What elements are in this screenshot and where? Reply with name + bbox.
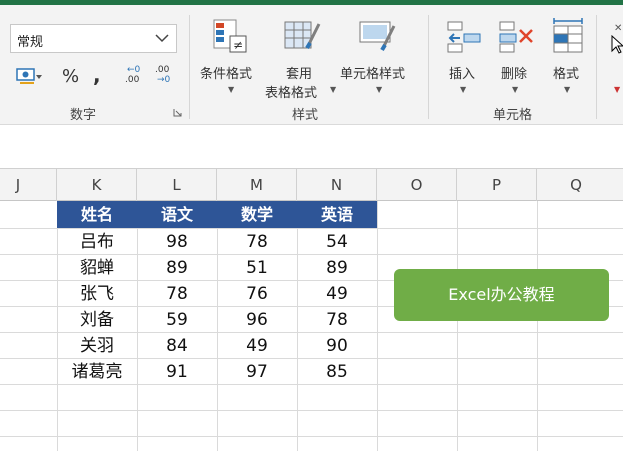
gridline xyxy=(0,410,623,411)
table-cell[interactable]: 貂蝉 xyxy=(57,255,137,281)
formula-bar-area xyxy=(0,124,623,169)
mouse-cursor-icon xyxy=(611,35,623,54)
group-divider xyxy=(428,15,429,119)
conditional-formatting-icon: ≠ xyxy=(213,19,247,53)
format-cells-label: 格式 xyxy=(553,67,580,82)
conditional-formatting-label: 条件格式 xyxy=(200,67,253,82)
table-header-math[interactable]: 数学 xyxy=(217,201,297,228)
column-header-m[interactable]: M xyxy=(217,169,297,201)
accounting-format-icon[interactable] xyxy=(16,65,42,87)
table-cell[interactable]: 诸葛亮 xyxy=(57,359,137,385)
column-letter: N xyxy=(330,176,343,194)
gridline xyxy=(457,201,458,451)
ribbon: 常规 % , ←0 .00 .00 →0 数字 ≠ 条件格式 ▼ 套用 表格格式… xyxy=(0,5,623,124)
format-as-table-label-2: 表格格式 xyxy=(265,86,318,101)
decrease-decimal-top: .00 xyxy=(155,65,170,75)
column-header-q[interactable]: Q xyxy=(537,169,623,201)
table-cell[interactable]: 78 xyxy=(297,307,377,333)
delete-cells-label: 删除 xyxy=(501,67,528,82)
cells-group-label: 单元格 xyxy=(493,108,533,123)
table-cell[interactable]: 84 xyxy=(137,333,217,359)
comma-style-button[interactable]: , xyxy=(93,63,101,87)
column-header-p[interactable]: P xyxy=(457,169,537,201)
table-cell[interactable]: 91 xyxy=(137,359,217,385)
cell-styles-label: 单元格样式 xyxy=(340,67,406,82)
dialog-launcher-icon[interactable] xyxy=(173,108,182,117)
increase-decimal-top: ←0 xyxy=(127,65,141,75)
table-cell[interactable]: 78 xyxy=(217,229,297,255)
column-letter: M xyxy=(250,176,263,194)
number-format-dropdown[interactable]: 常规 xyxy=(10,24,177,53)
table-cell[interactable]: 89 xyxy=(297,255,377,281)
table-header-chinese[interactable]: 语文 xyxy=(137,201,217,228)
table-cell[interactable]: 49 xyxy=(217,333,297,359)
styles-group-label: 样式 xyxy=(292,108,319,123)
column-header-k[interactable]: K xyxy=(57,169,137,201)
column-header-l[interactable]: L xyxy=(137,169,217,201)
increase-decimal-button[interactable]: ←0 .00 xyxy=(125,65,145,89)
chevron-down-icon xyxy=(155,34,169,43)
decrease-decimal-button[interactable]: .00 →0 xyxy=(155,65,175,89)
column-headers: J K L M N O P Q xyxy=(0,168,623,201)
table-cell[interactable]: 76 xyxy=(217,281,297,307)
table-cell[interactable]: 张飞 xyxy=(57,281,137,307)
caret-down-icon: ▼ xyxy=(614,85,621,94)
table-cell[interactable]: 51 xyxy=(217,255,297,281)
format-as-table-label-1: 套用 xyxy=(286,67,313,82)
number-format-value: 常规 xyxy=(17,35,44,50)
more-icon[interactable]: ✕ xyxy=(614,23,622,34)
column-letter: J xyxy=(15,176,21,194)
group-divider xyxy=(596,15,597,119)
column-letter: K xyxy=(91,176,102,194)
cell-styles-icon xyxy=(359,21,396,52)
excel-tutorial-button[interactable]: Excel办公教程 xyxy=(394,269,609,321)
column-header-j[interactable]: J xyxy=(0,169,57,201)
table-header-name[interactable]: 姓名 xyxy=(57,201,137,228)
caret-down-icon: ▼ xyxy=(460,85,467,94)
column-letter: Q xyxy=(570,176,582,194)
increase-decimal-bottom: .00 xyxy=(125,75,140,85)
table-cell[interactable]: 90 xyxy=(297,333,377,359)
table-cell[interactable]: 关羽 xyxy=(57,333,137,359)
table-cell[interactable]: 49 xyxy=(297,281,377,307)
caret-down-icon: ▼ xyxy=(228,85,235,94)
table-header-english[interactable]: 英语 xyxy=(297,201,377,228)
table-cell[interactable]: 59 xyxy=(137,307,217,333)
svg-text:≠: ≠ xyxy=(233,38,243,52)
table-cell[interactable]: 54 xyxy=(297,229,377,255)
format-as-table-icon xyxy=(284,21,321,50)
gridline xyxy=(537,201,538,451)
caret-down-icon: ▼ xyxy=(330,85,337,94)
caret-down-icon: ▼ xyxy=(376,85,383,94)
table-cell[interactable]: 78 xyxy=(137,281,217,307)
column-header-o[interactable]: O xyxy=(377,169,457,201)
column-letter: P xyxy=(491,176,502,194)
group-divider xyxy=(189,15,190,119)
percent-style-button[interactable]: % xyxy=(62,66,79,87)
table-cell[interactable]: 刘备 xyxy=(57,307,137,333)
caret-down-icon: ▼ xyxy=(564,85,571,94)
worksheet-grid[interactable]: 姓名 语文 数学 英语 吕布 98 78 54 貂蝉 89 51 89 张飞 7… xyxy=(0,201,623,451)
table-cell[interactable]: 97 xyxy=(217,359,297,385)
format-cells-icon xyxy=(553,18,583,53)
table-cell[interactable]: 96 xyxy=(217,307,297,333)
column-letter: L xyxy=(172,176,181,194)
gridline xyxy=(377,201,378,451)
table-cell[interactable]: 吕布 xyxy=(57,229,137,255)
decrease-decimal-bottom: →0 xyxy=(157,75,171,85)
gridline xyxy=(0,436,623,437)
insert-cells-label: 插入 xyxy=(449,67,476,82)
number-group-label: 数字 xyxy=(70,108,97,123)
caret-down-icon: ▼ xyxy=(512,85,519,94)
table-cell[interactable]: 85 xyxy=(297,359,377,385)
delete-cells-icon xyxy=(499,21,533,53)
table-cell[interactable]: 89 xyxy=(137,255,217,281)
table-cell[interactable]: 98 xyxy=(137,229,217,255)
column-letter: O xyxy=(410,176,423,194)
column-header-n[interactable]: N xyxy=(297,169,377,201)
insert-cells-icon xyxy=(447,21,481,53)
